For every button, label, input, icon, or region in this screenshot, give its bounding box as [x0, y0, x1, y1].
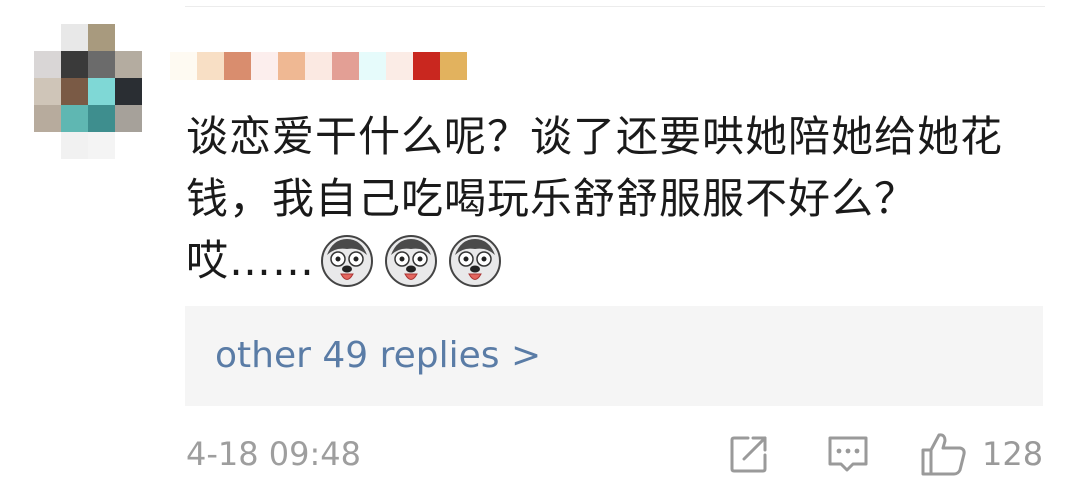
comment-line-1: 谈恋爱干什么呢？谈了还要哄她陪她给她花	[186, 112, 1004, 161]
comment-line-3: 哎……	[186, 230, 1046, 292]
husky-dog-emoji-icon	[449, 235, 502, 287]
timestamp: 4-18 09:48	[186, 435, 362, 473]
username-redacted[interactable]	[170, 52, 470, 80]
comment-line-3-text: 哎……	[186, 236, 316, 285]
like-button[interactable]: 128	[920, 430, 1043, 478]
like-count: 128	[982, 435, 1044, 473]
reply-button[interactable]	[826, 430, 870, 478]
comment-body: 谈恋爱干什么呢？谈了还要哄她陪她给她花 钱，我自己吃喝玩乐舒舒服服不好么？ 哎……	[186, 106, 1046, 292]
avatar[interactable]	[34, 24, 142, 160]
comment-card: 谈恋爱干什么呢？谈了还要哄她陪她给她花 钱，我自己吃喝玩乐舒舒服服不好么？ 哎……	[0, 0, 1080, 498]
view-replies-link[interactable]: other 49 replies >	[215, 330, 541, 382]
divider	[185, 6, 1045, 7]
comment-line-2: 钱，我自己吃喝玩乐舒舒服服不好么？	[186, 174, 918, 223]
replies-box: other 49 replies >	[185, 306, 1043, 406]
emoji-row	[319, 233, 503, 289]
husky-dog-emoji-icon	[385, 235, 438, 287]
share-icon	[730, 436, 767, 473]
thumbs-up-icon	[921, 433, 966, 476]
comment-icon	[828, 436, 868, 472]
husky-dog-emoji-icon	[321, 235, 374, 287]
share-button[interactable]	[728, 430, 770, 478]
